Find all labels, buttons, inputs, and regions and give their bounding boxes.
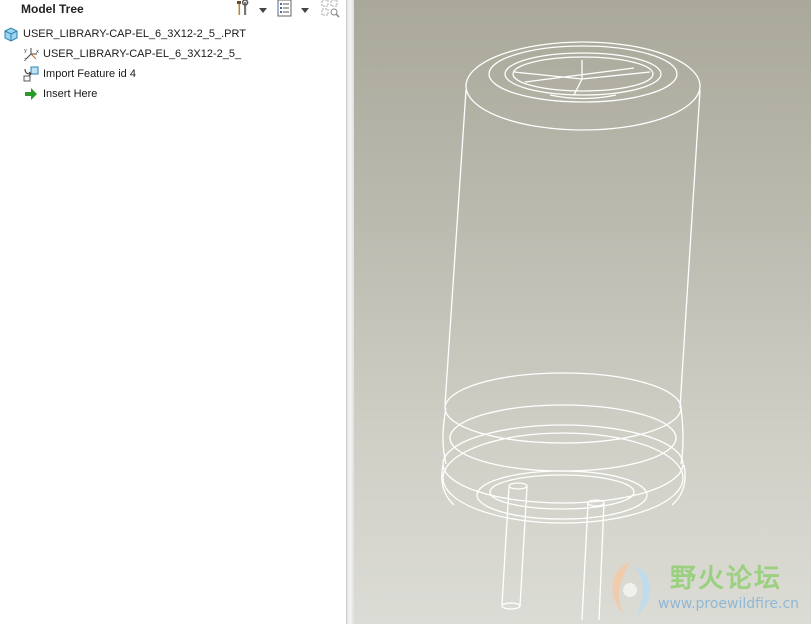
settings-button[interactable] — [232, 0, 254, 20]
tree-item-label: Import Feature id 4 — [43, 68, 136, 80]
show-select-icon — [320, 0, 340, 23]
tree-item-coordinate-system[interactable]: y z x USER_LIBRARY-CAP-EL_6_3X12-2_5_ — [23, 44, 363, 64]
svg-text:y: y — [24, 48, 27, 54]
tree-filters-button[interactable] — [274, 0, 296, 20]
graphics-viewport[interactable]: 野火论坛 www.proewildfire.cn — [354, 0, 811, 624]
tree-item-import-feature[interactable]: Import Feature id 4 — [23, 64, 363, 84]
chevron-down-icon — [301, 1, 309, 19]
coordinate-system-icon: y z x — [23, 46, 39, 62]
import-feature-icon — [23, 66, 39, 82]
insert-arrow-icon — [23, 86, 39, 102]
chevron-down-icon — [259, 1, 267, 19]
filters-dropdown-button[interactable] — [298, 0, 312, 20]
watermark-logo-icon — [612, 562, 651, 616]
svg-text:x: x — [36, 49, 39, 55]
settings-dropdown-button[interactable] — [256, 0, 270, 20]
tree-item-part[interactable]: USER_LIBRARY-CAP-EL_6_3X12-2_5_.PRT — [3, 24, 343, 44]
tree-item-label: Insert Here — [43, 88, 98, 100]
list-icon — [277, 0, 293, 22]
svg-text:z: z — [24, 57, 27, 62]
tree-item-insert-here[interactable]: Insert Here — [23, 84, 363, 104]
forum-watermark: 野火论坛 www.proewildfire.cn — [600, 556, 811, 624]
tree-item-label: USER_LIBRARY-CAP-EL_6_3X12-2_5_ — [43, 48, 242, 60]
model-tree-title: Model Tree — [21, 2, 84, 16]
part-icon — [3, 26, 19, 42]
model-tree-panel: Model Tree USER_LIBRARY-CAP-EL_6_3X12-2_… — [0, 0, 346, 624]
capacitor-wireframe — [441, 41, 701, 621]
tree-item-label: USER_LIBRARY-CAP-EL_6_3X12-2_5_.PRT — [23, 28, 246, 40]
model-tree-header: Model Tree — [0, 0, 346, 20]
hammer-wrench-icon — [234, 0, 252, 22]
show-button[interactable] — [318, 0, 342, 20]
watermark-url: www.proewildfire.cn — [658, 596, 800, 612]
watermark-chinese-text: 野火论坛 — [670, 564, 783, 594]
